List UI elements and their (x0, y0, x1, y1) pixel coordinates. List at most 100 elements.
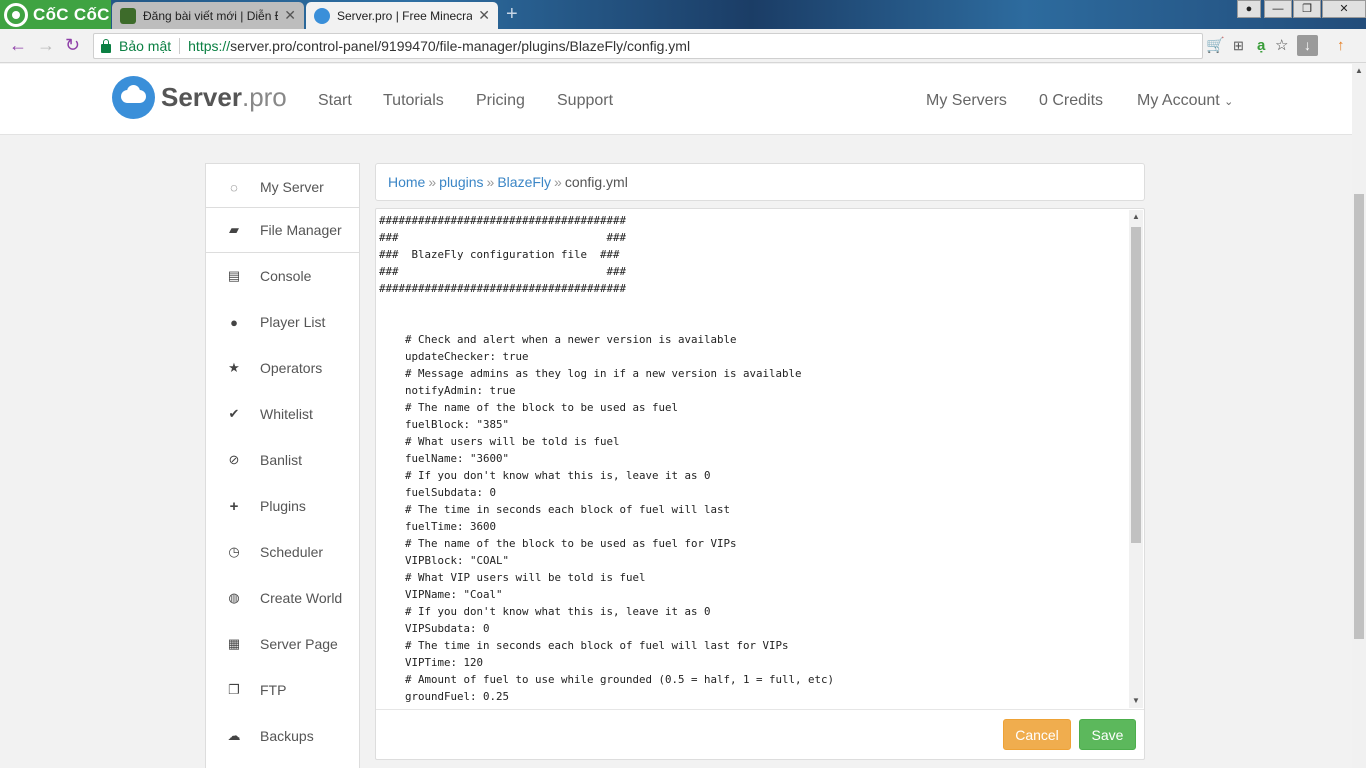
sidebar-item-create-world[interactable]: ◍ Create World (206, 575, 359, 621)
editor-scrollbar-thumb[interactable] (1131, 227, 1141, 543)
cloud-upload-icon: ☁ (227, 728, 241, 743)
site-header: Server.pro Start Tutorials Pricing Suppo… (0, 64, 1352, 135)
url-path: server.pro/control-panel/9199470/file-ma… (230, 38, 691, 54)
nav-tutorials[interactable]: Tutorials (383, 92, 444, 110)
sidebar-item-scheduler[interactable]: ◷ Scheduler (206, 529, 359, 575)
sidebar-item-backups[interactable]: ☁ Backups (206, 713, 359, 759)
nav-my-servers[interactable]: My Servers (926, 92, 1007, 110)
page-scrollbar[interactable]: ▲ (1352, 64, 1366, 768)
breadcrumb-plugins[interactable]: plugins (439, 174, 483, 190)
globe-icon: ◍ (228, 590, 240, 605)
breadcrumb-home[interactable]: Home (388, 174, 425, 190)
breadcrumb-separator: » (554, 174, 562, 190)
forum-favicon-icon (120, 7, 136, 24)
new-tab-icon[interactable]: + (506, 4, 518, 24)
sidebar-item-label: Server Page (260, 636, 338, 652)
sidebar-item-banlist[interactable]: ⊘ Banlist (206, 437, 359, 483)
sidebar-item-file-manager[interactable]: ▰ File Manager (206, 207, 359, 253)
my-account-label: My Account (1137, 92, 1220, 109)
sidebar-item-label: FTP (260, 682, 287, 698)
breadcrumb-blazefly[interactable]: BlazeFly (497, 174, 551, 190)
forward-icon[interactable]: → (37, 36, 55, 54)
window-controls: ● — ❐ ✕ (1236, 0, 1366, 18)
close-tab-icon[interactable]: ✕ (478, 7, 490, 24)
tab-title: Đăng bài viết mới | Diễn Đ (143, 8, 279, 23)
url-input[interactable]: Bảo mật https://server.pro/control-panel… (93, 33, 1203, 59)
page-scrollbar-thumb[interactable] (1354, 194, 1364, 639)
breadcrumb-separator: » (486, 174, 495, 190)
page-scroll-up-icon[interactable]: ▲ (1352, 66, 1366, 75)
file-editor-panel: ###################################### #… (375, 208, 1145, 760)
back-icon[interactable]: ← (9, 36, 27, 54)
sidebar-item-label: Scheduler (260, 544, 324, 560)
cloud-logo-icon (112, 76, 155, 119)
browser-tab-serverpro[interactable]: Server.pro | Free Minecraft ✕ (306, 2, 498, 29)
sidebar-item-player-list[interactable]: ● Player List (206, 299, 359, 345)
sidebar-item-label: Operators (260, 360, 323, 376)
coccoc-logo-icon (4, 2, 28, 27)
sidebar-item-my-server[interactable]: ◌ My Server (206, 164, 359, 210)
sidebar-item-plugins[interactable]: + Plugins (206, 483, 359, 529)
user-icon: ● (230, 314, 238, 330)
site-logo[interactable]: Server.pro (112, 76, 287, 119)
serverpro-favicon-icon (314, 7, 330, 24)
editor-scrollbar[interactable]: ▲ ▼ (1129, 210, 1143, 708)
browser-tab-forum[interactable]: Đăng bài viết mới | Diễn Đ ✕ (112, 2, 304, 29)
clock-icon: ◷ (228, 544, 240, 559)
sidebar-item-operators[interactable]: ★ Operators (206, 345, 359, 391)
browser-brand[interactable]: CốC CốC (0, 0, 111, 29)
browser-brand-text: CốC CốC (33, 4, 110, 24)
lock-icon (101, 38, 111, 53)
sidebar-item-label: File Manager (260, 222, 342, 238)
ban-icon: ⊘ (228, 452, 240, 467)
sidebar-item-label: Console (260, 268, 312, 284)
plus-icon: + (229, 497, 239, 515)
sidebar-item-console[interactable]: ▤ Console (206, 253, 359, 299)
breadcrumb: Home » plugins » BlazeFly » config.yml (375, 163, 1145, 201)
sidebar-item-label: Banlist (260, 452, 303, 468)
sidebar-item-label: Whitelist (260, 406, 313, 422)
sidebar-item-label: Backups (260, 728, 314, 744)
nav-pricing[interactable]: Pricing (476, 92, 525, 110)
check-icon: ✔ (228, 406, 240, 421)
tab-title: Server.pro | Free Minecraft (337, 8, 473, 23)
logo-text: Server.pro (161, 82, 287, 112)
reload-icon[interactable]: ↻ (65, 36, 80, 54)
upload-arrow-icon[interactable]: ↑ (1337, 37, 1345, 54)
sidebar-item-server-page[interactable]: ▦ Server Page (206, 621, 359, 667)
star-icon: ★ (228, 360, 240, 375)
grid-icon: ▦ (227, 636, 241, 651)
translate-icon[interactable]: ⊞ (1233, 37, 1244, 54)
sidebar-item-label: My Server (260, 179, 324, 195)
nav-start[interactable]: Start (318, 92, 352, 110)
url-scheme: https:// (188, 38, 231, 54)
nav-my-account[interactable]: My Account ⌄ (1137, 92, 1233, 110)
nav-credits[interactable]: 0 Credits (1039, 92, 1103, 110)
save-button[interactable]: Save (1079, 719, 1136, 750)
scroll-up-icon[interactable]: ▲ (1129, 210, 1143, 224)
sidebar-item-whitelist[interactable]: ✔ Whitelist (206, 391, 359, 437)
breadcrumb-separator: » (428, 174, 437, 190)
sidebar-item-ftp[interactable]: ❐ FTP (206, 667, 359, 713)
sidebar-item-label: Plugins (260, 498, 306, 514)
browser-address-bar: ← → ↻ Bảo mật https://server.pro/control… (0, 29, 1366, 63)
cancel-button[interactable]: Cancel (1003, 719, 1071, 750)
browser-tab-bar: CốC CốC Đăng bài viết mới | Diễn Đ ✕ Ser… (0, 0, 1366, 29)
files-icon: ❐ (228, 682, 240, 697)
vietnamese-input-icon[interactable]: ạ (1257, 37, 1265, 54)
restore-icon[interactable]: ❐ (1293, 0, 1321, 18)
close-tab-icon[interactable]: ✕ (284, 7, 296, 24)
file-content-text[interactable]: ###################################### #… (377, 210, 1131, 708)
scroll-down-icon[interactable]: ▼ (1129, 694, 1143, 708)
close-window-icon[interactable]: ✕ (1322, 0, 1366, 18)
nav-support[interactable]: Support (557, 92, 613, 110)
file-content-editor[interactable]: ###################################### #… (377, 210, 1131, 708)
console-icon: ▤ (227, 268, 241, 283)
download-icon[interactable]: ↓ (1297, 35, 1318, 56)
cart-icon[interactable]: 🛒 (1206, 37, 1225, 54)
profile-icon[interactable]: ● (1237, 0, 1261, 18)
bookmark-star-icon[interactable]: ☆ (1275, 37, 1288, 54)
editor-footer: Cancel Save (376, 709, 1144, 759)
chevron-down-icon: ⌄ (1224, 96, 1234, 108)
minimize-icon[interactable]: — (1264, 0, 1292, 18)
